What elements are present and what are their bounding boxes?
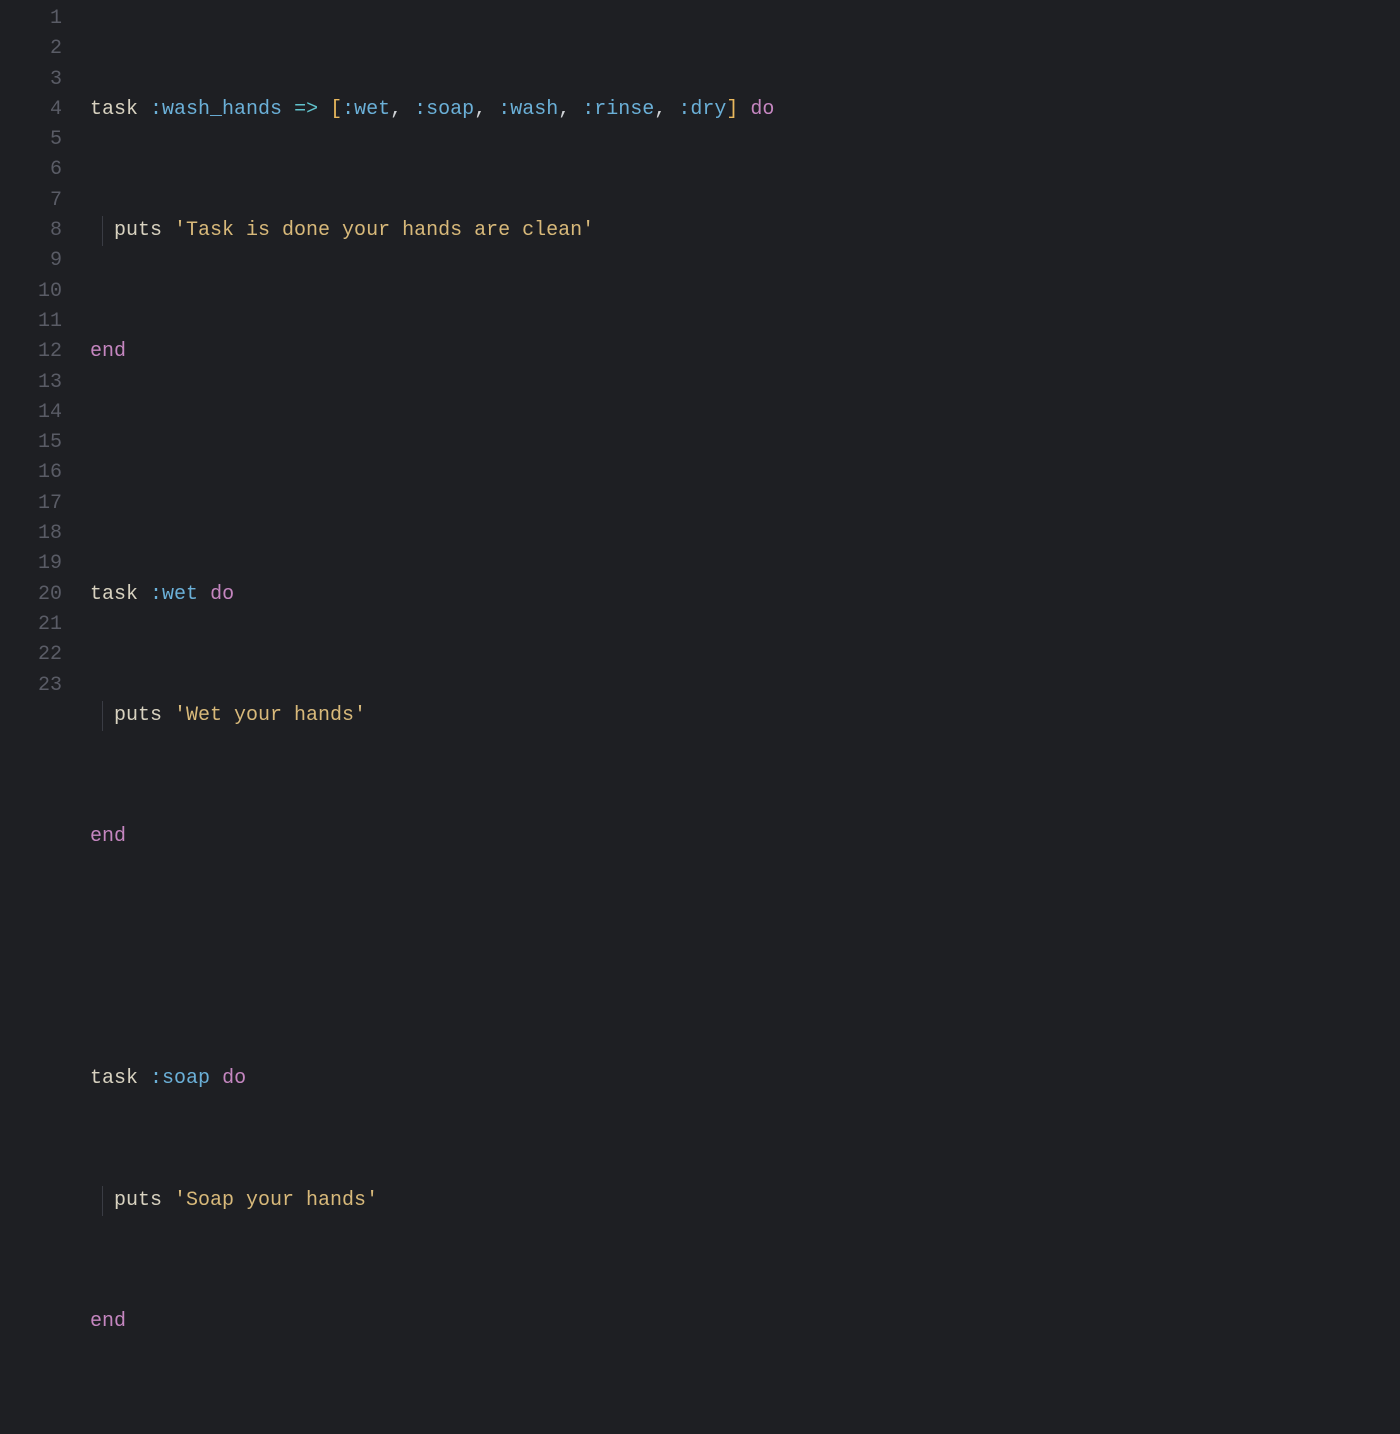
puts-call: puts bbox=[114, 704, 162, 727]
code-line[interactable]: task :wash_hands => [:wet, :soap, :wash,… bbox=[90, 95, 1400, 125]
code-line[interactable]: puts 'Wet your hands' bbox=[90, 701, 1400, 731]
indent-guide bbox=[102, 701, 103, 731]
symbol: :wash_hands bbox=[150, 98, 282, 121]
line-number: 7 bbox=[0, 186, 62, 216]
code-line[interactable]: end bbox=[90, 822, 1400, 852]
task-keyword: task bbox=[90, 1067, 138, 1090]
code-line[interactable]: puts 'Task is done your hands are clean' bbox=[90, 216, 1400, 246]
hash-rocket: => bbox=[294, 98, 318, 121]
symbol: :wet bbox=[150, 583, 198, 606]
symbol: :dry bbox=[678, 98, 726, 121]
comma: , bbox=[390, 98, 402, 121]
line-number-gutter: 1 2 3 4 5 6 7 8 9 10 11 12 13 14 15 16 1… bbox=[0, 4, 90, 717]
do-keyword: do bbox=[750, 98, 774, 121]
code-line[interactable]: puts 'Soap your hands' bbox=[90, 1186, 1400, 1216]
code-area[interactable]: task :wash_hands => [:wet, :soap, :wash,… bbox=[90, 4, 1400, 717]
code-line[interactable] bbox=[90, 1428, 1400, 1434]
line-number: 18 bbox=[0, 519, 62, 549]
line-number: 23 bbox=[0, 671, 62, 701]
line-number: 16 bbox=[0, 458, 62, 488]
indent-guide bbox=[102, 216, 103, 246]
line-number: 13 bbox=[0, 368, 62, 398]
line-number: 4 bbox=[0, 95, 62, 125]
line-number: 9 bbox=[0, 246, 62, 276]
line-number: 10 bbox=[0, 277, 62, 307]
comma: , bbox=[474, 98, 486, 121]
symbol: :rinse bbox=[582, 98, 654, 121]
line-number: 1 bbox=[0, 4, 62, 34]
line-number: 20 bbox=[0, 580, 62, 610]
code-line[interactable]: task :soap do bbox=[90, 1064, 1400, 1094]
line-number: 3 bbox=[0, 65, 62, 95]
bracket-close: ] bbox=[726, 98, 738, 121]
code-line[interactable] bbox=[90, 943, 1400, 973]
string-literal: 'Task is done your hands are clean' bbox=[174, 219, 594, 242]
comma: , bbox=[558, 98, 570, 121]
symbol: :wet bbox=[342, 98, 390, 121]
code-line[interactable]: task :wet do bbox=[90, 580, 1400, 610]
end-keyword: end bbox=[90, 825, 126, 848]
line-number: 8 bbox=[0, 216, 62, 246]
string-literal: 'Wet your hands' bbox=[174, 704, 366, 727]
line-number: 5 bbox=[0, 125, 62, 155]
puts-call: puts bbox=[114, 1189, 162, 1212]
string-literal: 'Soap your hands' bbox=[174, 1189, 378, 1212]
line-number: 14 bbox=[0, 398, 62, 428]
end-keyword: end bbox=[90, 340, 126, 363]
do-keyword: do bbox=[222, 1067, 246, 1090]
code-line[interactable] bbox=[90, 458, 1400, 488]
code-editor[interactable]: 1 2 3 4 5 6 7 8 9 10 11 12 13 14 15 16 1… bbox=[0, 4, 1400, 717]
puts-call: puts bbox=[114, 219, 162, 242]
line-number: 22 bbox=[0, 640, 62, 670]
line-number: 2 bbox=[0, 34, 62, 64]
task-keyword: task bbox=[90, 98, 138, 121]
symbol: :soap bbox=[414, 98, 474, 121]
comma: , bbox=[654, 98, 666, 121]
code-line[interactable]: end bbox=[90, 337, 1400, 367]
symbol: :wash bbox=[498, 98, 558, 121]
symbol: :soap bbox=[150, 1067, 210, 1090]
line-number: 21 bbox=[0, 610, 62, 640]
line-number: 17 bbox=[0, 489, 62, 519]
indent-guide bbox=[102, 1186, 103, 1216]
line-number: 15 bbox=[0, 428, 62, 458]
line-number: 6 bbox=[0, 155, 62, 185]
line-number: 11 bbox=[0, 307, 62, 337]
code-line[interactable]: end bbox=[90, 1307, 1400, 1337]
task-keyword: task bbox=[90, 583, 138, 606]
bracket-open: [ bbox=[330, 98, 342, 121]
line-number: 19 bbox=[0, 549, 62, 579]
end-keyword: end bbox=[90, 1310, 126, 1333]
line-number: 12 bbox=[0, 337, 62, 367]
do-keyword: do bbox=[210, 583, 234, 606]
